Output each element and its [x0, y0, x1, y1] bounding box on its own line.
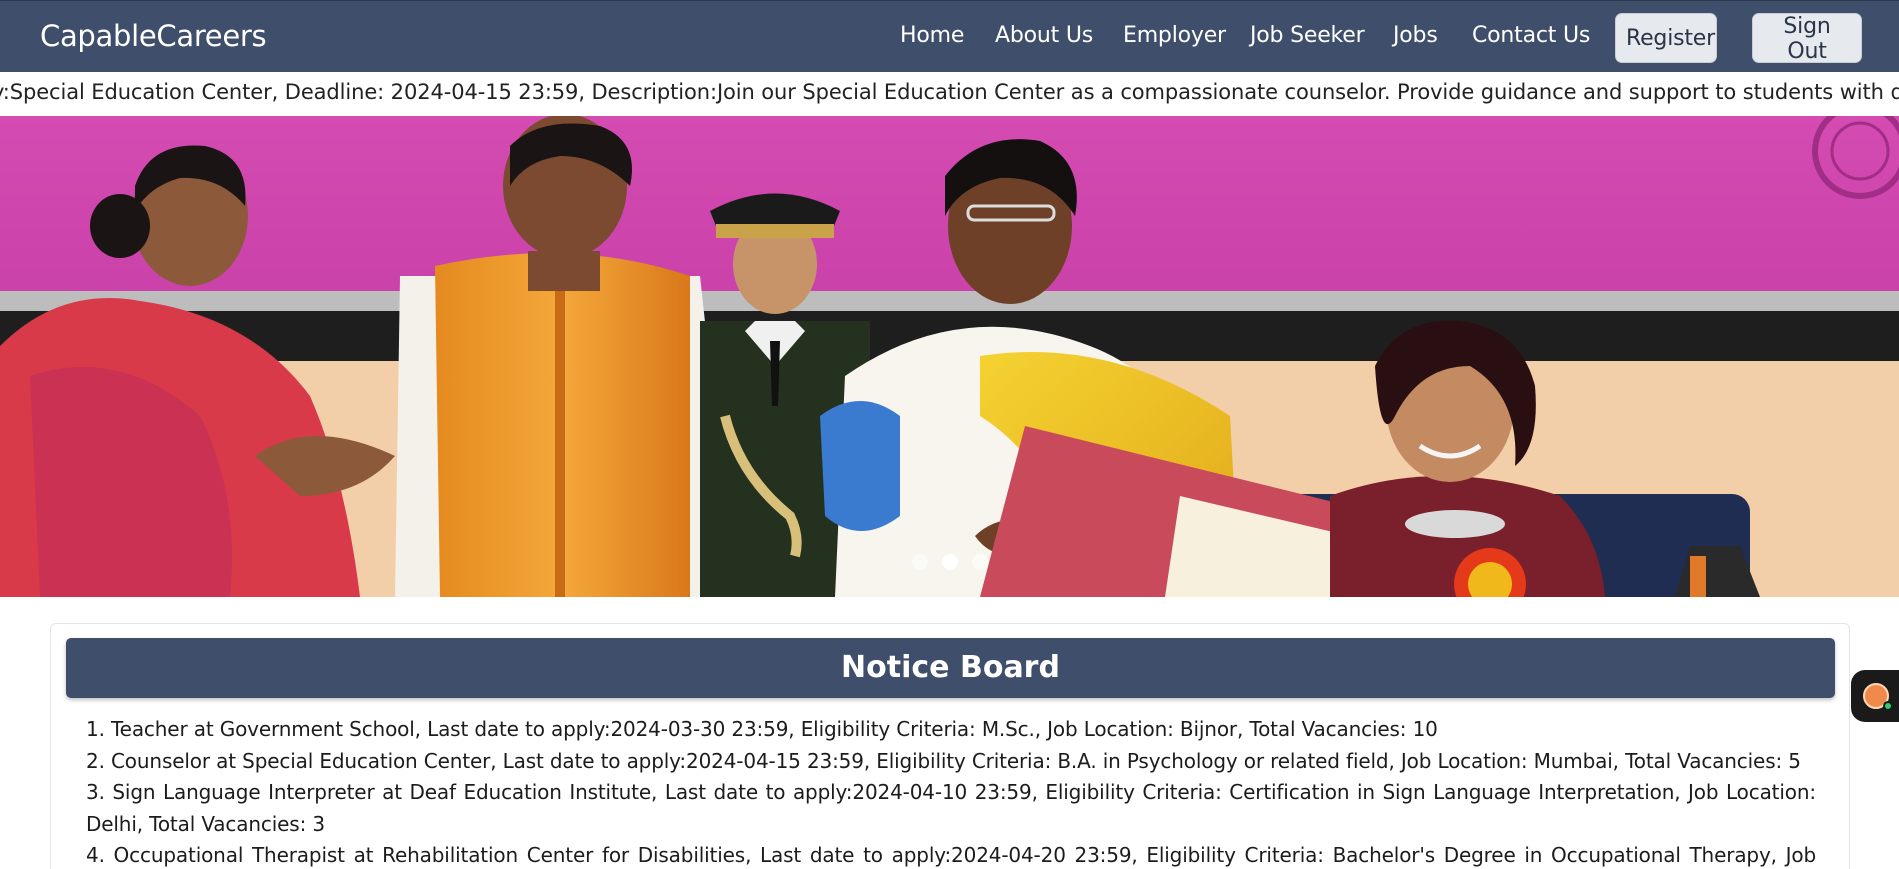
notice-item: 2. Counselor at Special Education Center… [86, 748, 1801, 773]
register-button[interactable]: Register [1615, 13, 1717, 63]
nav-link-employer[interactable]: Employer [1123, 23, 1226, 48]
carousel-indicator-2[interactable] [942, 554, 958, 570]
notice-item: 3. Sign Language Interpreter at Deaf Edu… [86, 780, 1816, 836]
notice-board-title: Notice Board [66, 638, 1835, 698]
job-ticker-marquee: any:Special Education Center, Deadline: … [0, 72, 1899, 116]
hero-carousel[interactable] [0, 116, 1899, 597]
chat-bot-launcher[interactable] [1851, 670, 1899, 722]
carousel-indicator-3[interactable] [972, 554, 988, 570]
notice-item: 1. Teacher at Government School, Last da… [86, 717, 1438, 741]
brand-logo-text[interactable]: CapableCareers [40, 19, 267, 53]
top-navbar: CapableCareers Home About Us Employer Jo… [0, 0, 1899, 72]
carousel-indicators [0, 554, 1899, 570]
sign-out-button[interactable]: Sign Out [1752, 13, 1862, 64]
ticker-text: any:Special Education Center, Deadline: … [0, 80, 1899, 104]
nav-link-home[interactable]: Home [900, 23, 964, 48]
online-status-dot [1883, 701, 1893, 711]
carousel-slide-photo [0, 116, 1899, 597]
nav-link-job-seeker[interactable]: Job Seeker [1250, 23, 1365, 48]
carousel-indicator-1[interactable] [912, 554, 928, 570]
notice-item: 4. Occupational Therapist at Rehabilitat… [86, 843, 1816, 867]
notice-board-list: 1. Teacher at Government School, Last da… [86, 714, 1816, 869]
nav-link-contact-us[interactable]: Contact Us [1472, 23, 1590, 48]
nav-link-jobs[interactable]: Jobs [1393, 23, 1438, 48]
nav-link-about-us[interactable]: About Us [995, 23, 1093, 48]
